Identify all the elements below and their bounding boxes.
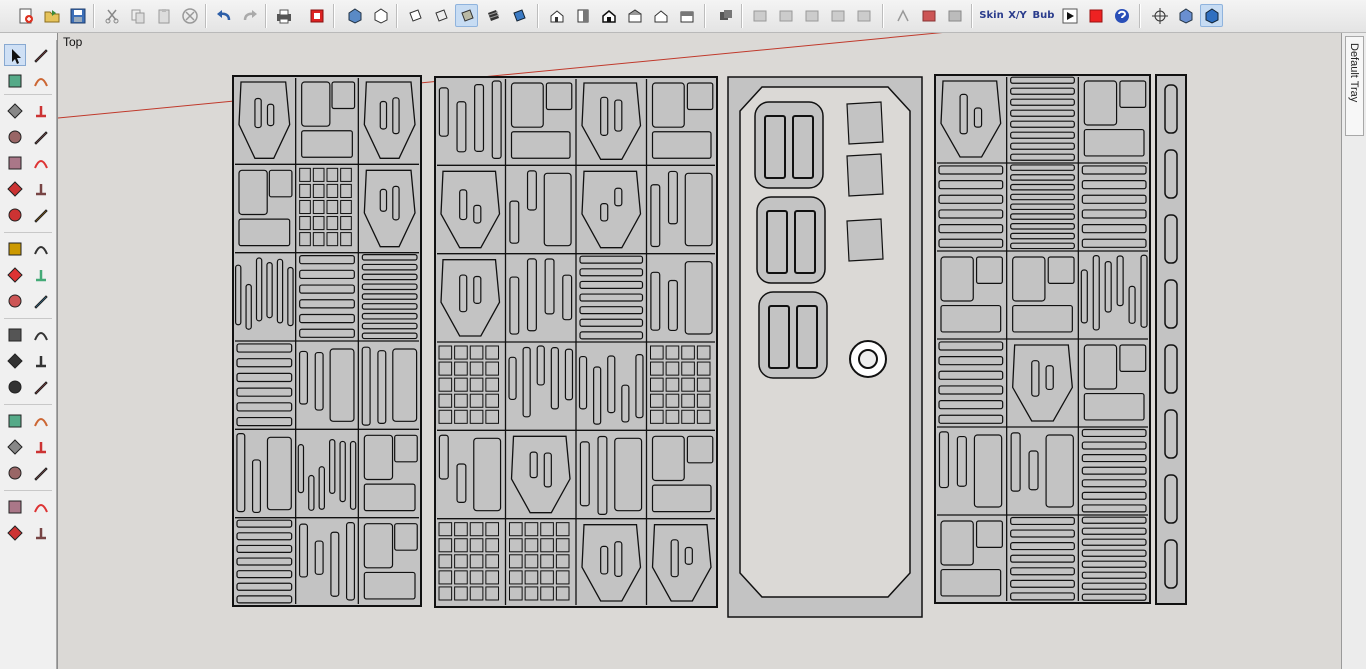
move-icon[interactable] — [4, 238, 26, 260]
section-icon[interactable] — [1174, 4, 1197, 27]
tray-label: Default Tray — [1348, 43, 1360, 103]
protractor-icon[interactable] — [4, 350, 26, 372]
help-icon[interactable] — [1110, 4, 1133, 27]
erase-icon[interactable] — [178, 4, 201, 27]
eraser-icon[interactable] — [30, 70, 52, 92]
square-plate-3[interactable] — [846, 218, 884, 262]
monochrome-icon[interactable] — [507, 4, 530, 27]
model-scene[interactable] — [58, 33, 1341, 669]
push-pull-icon[interactable] — [30, 238, 52, 260]
zoom-icon[interactable] — [4, 436, 26, 458]
textured-icon[interactable] — [481, 4, 504, 27]
previous-icon[interactable] — [30, 462, 52, 484]
rectangle-icon[interactable] — [4, 126, 26, 148]
pan-icon[interactable] — [30, 410, 52, 432]
walk-icon[interactable] — [4, 522, 26, 544]
stop-icon[interactable] — [1084, 4, 1107, 27]
cut-icon[interactable] — [100, 4, 123, 27]
orbit-icon[interactable] — [4, 410, 26, 432]
layers-a-icon[interactable] — [748, 4, 771, 27]
layers-c-icon[interactable] — [800, 4, 823, 27]
house-front-icon[interactable] — [597, 4, 620, 27]
position-camera-icon[interactable] — [4, 496, 26, 518]
arc-icon[interactable] — [4, 178, 26, 200]
skin-button[interactable]: Skin — [979, 4, 1003, 27]
rotated-rectangle-icon[interactable] — [30, 126, 52, 148]
house-left-icon[interactable] — [649, 4, 672, 27]
undo-icon[interactable] — [212, 4, 235, 27]
print-icon[interactable] — [272, 4, 295, 27]
pencil-icon[interactable] — [4, 100, 26, 122]
square-plate-1[interactable] — [846, 101, 884, 145]
layers-e-icon[interactable] — [852, 4, 875, 27]
face-style-a-icon[interactable] — [403, 4, 426, 27]
new-file-icon[interactable] — [14, 4, 37, 27]
narrow-panel-strip[interactable] — [1155, 74, 1187, 605]
walk-view-icon[interactable] — [1200, 4, 1223, 27]
play-icon[interactable] — [1058, 4, 1081, 27]
tray-tab[interactable]: Default Tray — [1345, 36, 1364, 136]
position-camera-icon[interactable] — [1148, 4, 1171, 27]
two-point-arc-icon[interactable] — [4, 204, 26, 226]
paste-icon[interactable] — [152, 4, 175, 27]
tool-palette — [0, 40, 57, 669]
redo-icon[interactable] — [238, 4, 261, 27]
square-plate-2[interactable] — [846, 153, 884, 197]
scale-icon[interactable] — [4, 290, 26, 312]
axes-icon[interactable] — [4, 376, 26, 398]
house-right-icon[interactable] — [675, 4, 698, 27]
shaded-icon[interactable] — [455, 4, 478, 27]
follow-me-icon[interactable] — [30, 264, 52, 286]
offset-icon[interactable] — [30, 290, 52, 312]
extension-b-icon[interactable] — [943, 4, 966, 27]
three-point-arc-icon[interactable] — [30, 204, 52, 226]
zoom-extents-icon[interactable] — [4, 462, 26, 484]
tape-measure-icon[interactable] — [4, 324, 26, 346]
component-icon[interactable] — [30, 44, 52, 66]
text-icon[interactable] — [30, 324, 52, 346]
copy-icon[interactable] — [126, 4, 149, 27]
pie-icon[interactable] — [30, 178, 52, 200]
open-folder-icon[interactable] — [40, 4, 63, 27]
default-tray: Default Tray — [1341, 33, 1366, 669]
layers-b-icon[interactable] — [774, 4, 797, 27]
3d-text-icon[interactable] — [30, 376, 52, 398]
rotate-icon[interactable] — [4, 264, 26, 286]
house-side-icon[interactable] — [571, 4, 594, 27]
house-iso-icon[interactable] — [545, 4, 568, 27]
warehouse-icon[interactable] — [891, 4, 914, 27]
section-plane-icon[interactable] — [30, 522, 52, 544]
paint-bucket-icon[interactable] — [4, 70, 26, 92]
freehand-icon[interactable] — [30, 100, 52, 122]
look-around-icon[interactable] — [30, 496, 52, 518]
box-view-icon[interactable] — [369, 4, 392, 27]
polygon-icon[interactable] — [30, 152, 52, 174]
main-toolbar: Skin X/Y Bub — [0, 0, 1366, 33]
xy-button[interactable]: X/Y — [1006, 4, 1029, 27]
components-icon[interactable] — [714, 4, 737, 27]
save-icon[interactable] — [66, 4, 89, 27]
zoom-window-icon[interactable] — [30, 436, 52, 458]
extension-a-icon[interactable] — [917, 4, 940, 27]
iso-view-icon[interactable] — [343, 4, 366, 27]
circle-icon[interactable] — [4, 152, 26, 174]
layers-d-icon[interactable] — [826, 4, 849, 27]
drawing-viewport[interactable]: Top — [57, 33, 1341, 669]
face-style-b-icon[interactable] — [429, 4, 452, 27]
select-icon[interactable] — [4, 44, 26, 66]
bubble-button[interactable]: Bub — [1032, 4, 1055, 27]
dimension-icon[interactable] — [30, 350, 52, 372]
model-info-icon[interactable] — [305, 4, 328, 27]
house-top-icon[interactable] — [623, 4, 646, 27]
